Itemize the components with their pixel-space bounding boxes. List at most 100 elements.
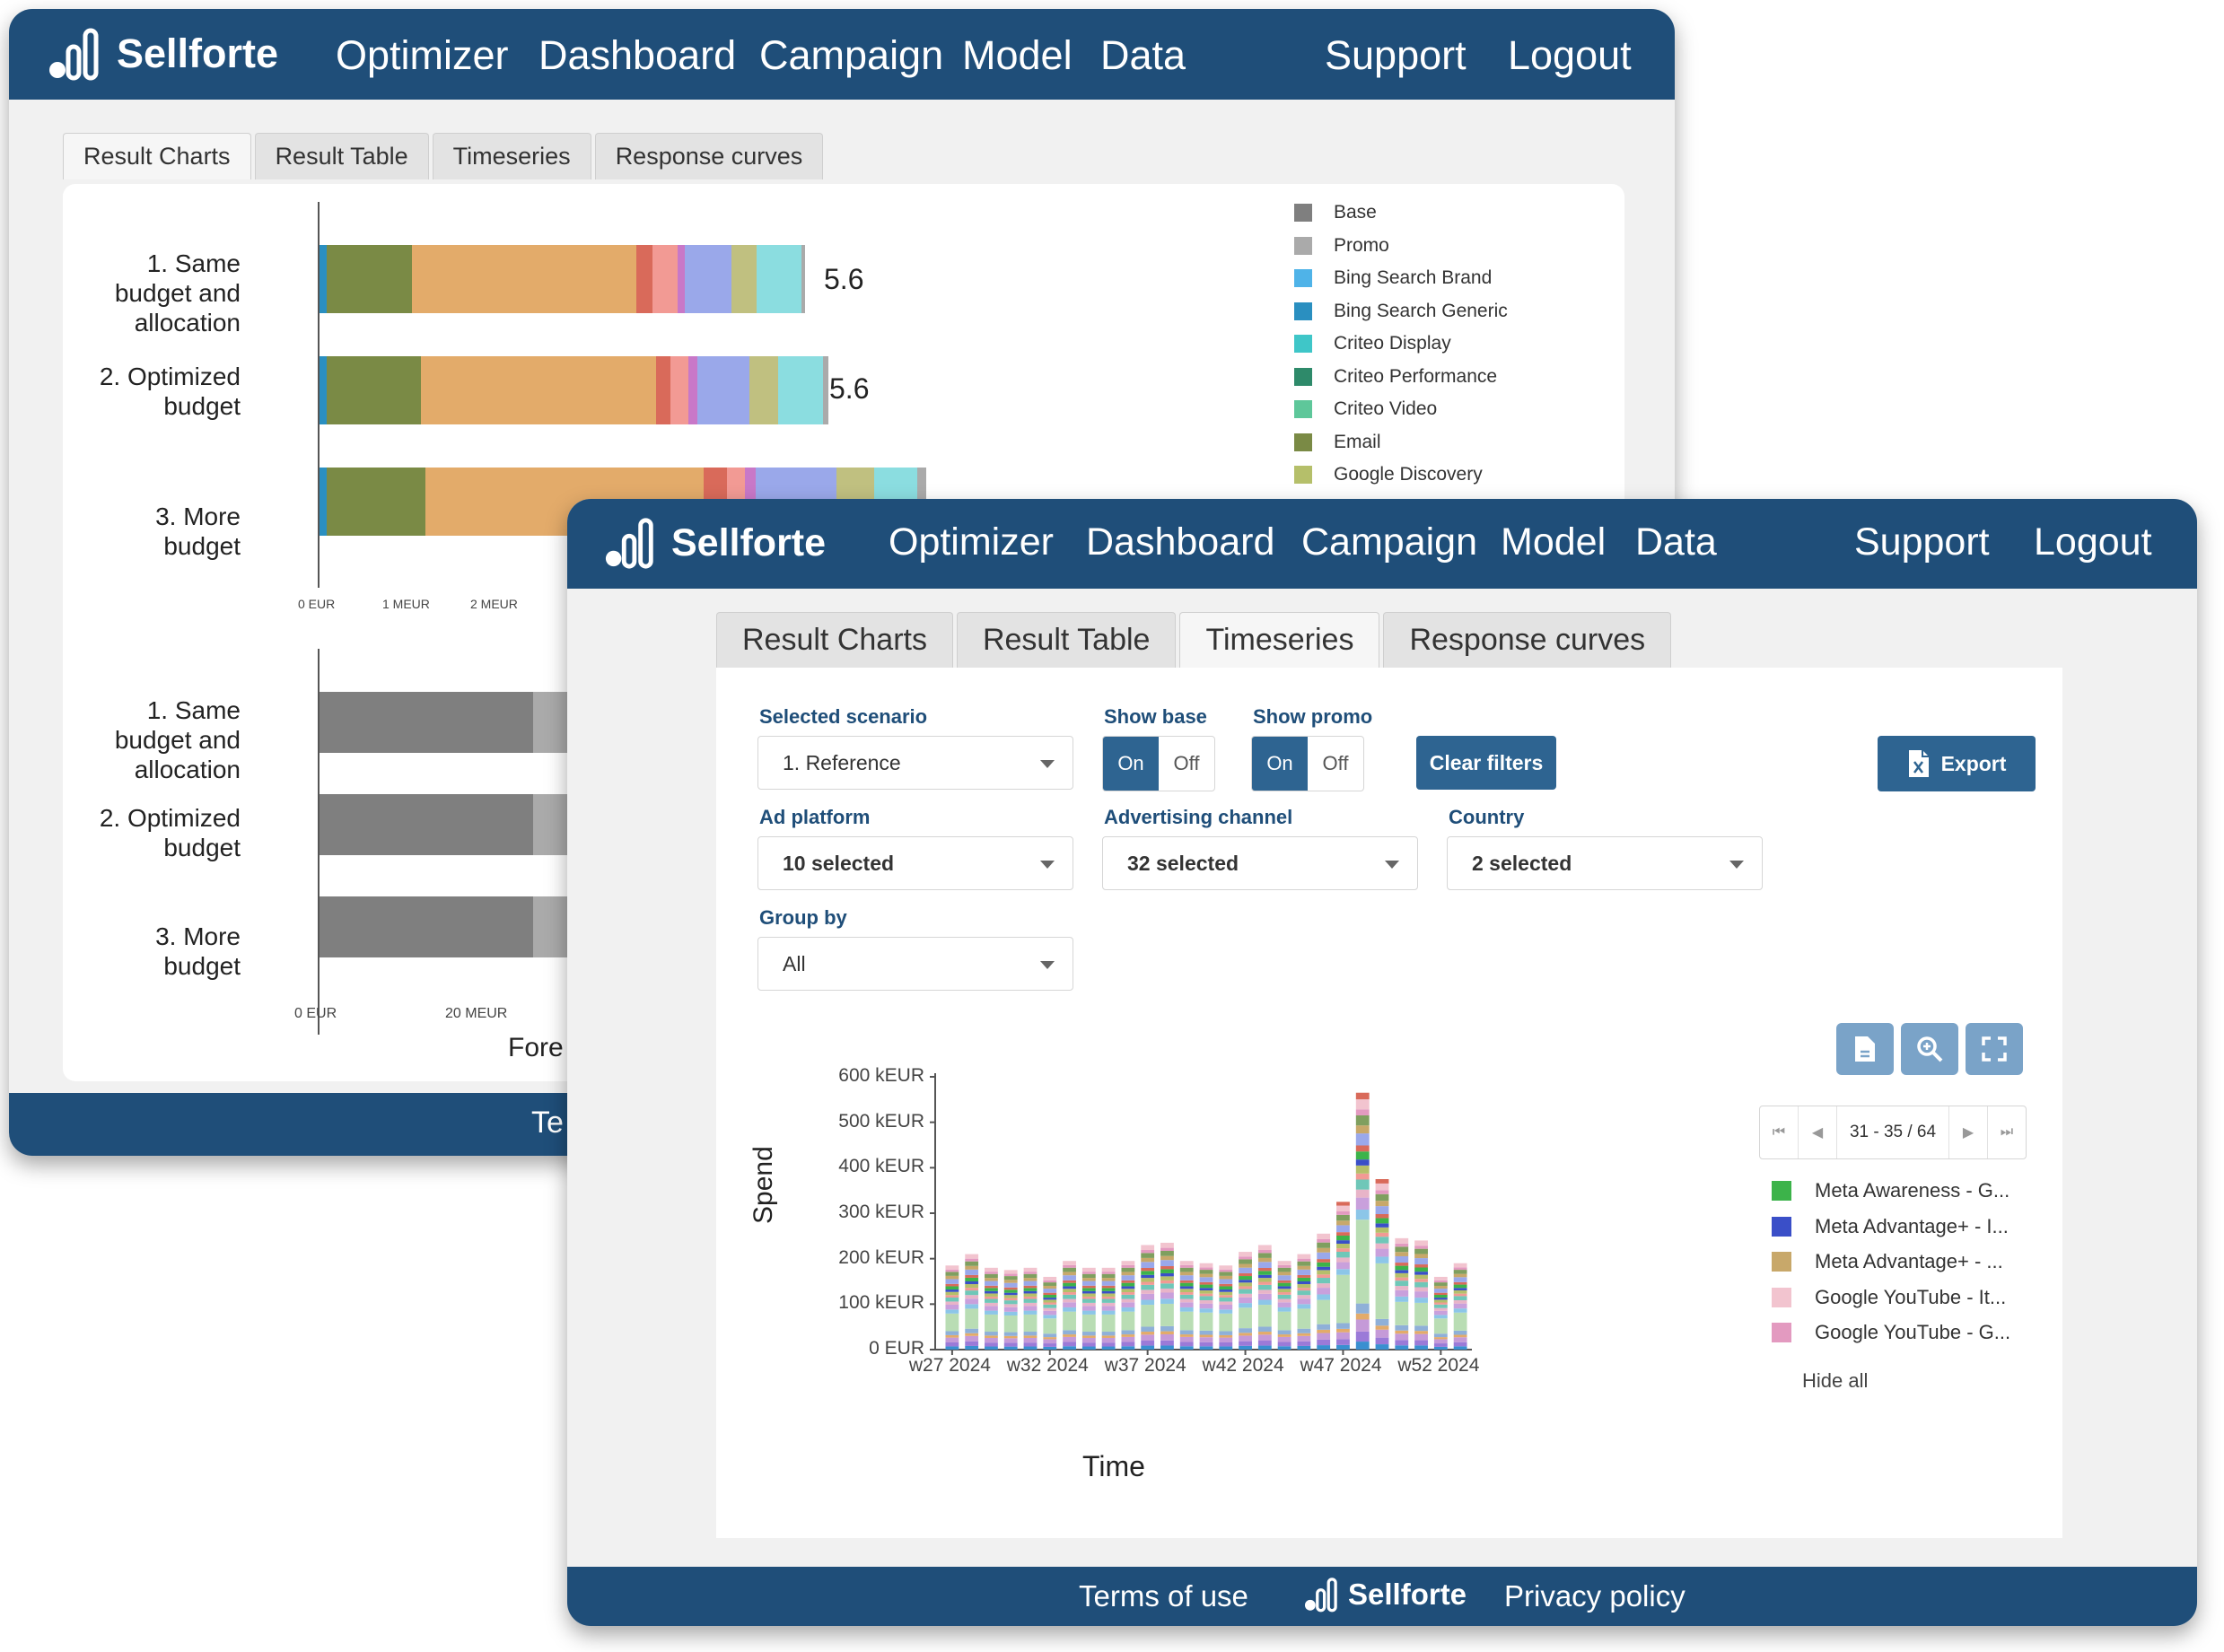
spend-bar-segment[interactable]: [1219, 1309, 1233, 1314]
spend-bar-segment[interactable]: [1141, 1267, 1155, 1272]
spend-bar-segment[interactable]: [1317, 1252, 1331, 1260]
spend-bar-segment[interactable]: [1433, 1289, 1448, 1293]
spend-bar-segment[interactable]: [945, 1297, 959, 1302]
spend-bar-segment[interactable]: [985, 1332, 998, 1336]
spend-bar-segment[interactable]: [1336, 1211, 1350, 1215]
spend-bar-segment[interactable]: [1277, 1275, 1291, 1281]
spend-bar-segment[interactable]: [985, 1306, 998, 1311]
spend-bar-segment[interactable]: [965, 1304, 979, 1309]
spend-bar-segment[interactable]: [1003, 1282, 1018, 1288]
show-base-off[interactable]: Off: [1159, 737, 1214, 791]
spend-bar-segment[interactable]: [1297, 1258, 1311, 1262]
spend-bar-segment[interactable]: [1199, 1289, 1213, 1294]
spend-bar-segment[interactable]: [1219, 1305, 1233, 1310]
spend-bar-segment[interactable]: [1453, 1277, 1467, 1282]
spend-bar-segment[interactable]: [1239, 1293, 1252, 1298]
spend-bar-segment[interactable]: [1141, 1262, 1155, 1268]
spend-bar-segment[interactable]: [985, 1288, 998, 1291]
spend-bar-segment[interactable]: [1043, 1343, 1057, 1347]
spend-bar-segment[interactable]: [1023, 1288, 1038, 1291]
spend-bar-segment[interactable]: [1453, 1334, 1467, 1338]
spend-bar-segment[interactable]: [1257, 1289, 1272, 1294]
spend-bar-segment[interactable]: [965, 1333, 979, 1336]
spend-bar-segment[interactable]: [985, 1346, 998, 1350]
spend-bar-segment[interactable]: [1003, 1295, 1018, 1298]
spend-bar-segment[interactable]: [985, 1335, 998, 1338]
spend-bar-segment[interactable]: [965, 1335, 979, 1342]
spend-bar-segment[interactable]: [1277, 1330, 1291, 1335]
spend-bar-segment[interactable]: [1081, 1298, 1096, 1303]
spend-bar-segment[interactable]: [985, 1290, 998, 1294]
spend-bar-segment[interactable]: [1355, 1114, 1370, 1126]
spend-bar-segment[interactable]: [1141, 1299, 1155, 1306]
spend-bar-segment[interactable]: [1277, 1311, 1291, 1331]
spend-bar-segment[interactable]: [985, 1273, 998, 1279]
spend-bar-segment[interactable]: [1239, 1272, 1252, 1277]
tab-response-curves[interactable]: Response curves: [594, 133, 824, 179]
spend-bar-segment[interactable]: [1395, 1330, 1409, 1334]
spend-bar-segment[interactable]: [1179, 1307, 1194, 1312]
bar-segment[interactable]: [749, 356, 778, 424]
spend-bar-segment[interactable]: [1179, 1261, 1194, 1265]
spend-bar-segment[interactable]: [1063, 1280, 1076, 1283]
spend-bar-segment[interactable]: [1043, 1299, 1057, 1303]
spend-bar-segment[interactable]: [1003, 1292, 1018, 1296]
spend-bar-segment[interactable]: [1297, 1298, 1311, 1305]
spend-bar-segment[interactable]: [1023, 1306, 1038, 1311]
spend-bar-segment[interactable]: [1257, 1341, 1272, 1346]
spend-bar-segment[interactable]: [985, 1278, 998, 1281]
spend-bar-segment[interactable]: [1355, 1173, 1370, 1180]
spend-bar-segment[interactable]: [1081, 1267, 1096, 1272]
spend-bar-segment[interactable]: [1317, 1333, 1331, 1340]
spend-bar-segment[interactable]: [1141, 1274, 1155, 1279]
spend-bar-segment[interactable]: [1043, 1315, 1057, 1319]
spend-bar-segment[interactable]: [1081, 1314, 1096, 1333]
spend-bar-segment[interactable]: [1063, 1330, 1076, 1335]
legend-item[interactable]: Meta Advantage+ - I...: [1772, 1215, 2009, 1238]
spend-bar-segment[interactable]: [1395, 1270, 1409, 1273]
spend-bar-segment[interactable]: [985, 1285, 998, 1289]
spend-bar-segment[interactable]: [1023, 1278, 1038, 1281]
spend-bar-segment[interactable]: [1453, 1346, 1467, 1350]
spend-bar-segment[interactable]: [1453, 1263, 1467, 1268]
spend-bar-segment[interactable]: [1317, 1262, 1331, 1267]
nav-model[interactable]: Model: [962, 32, 1073, 79]
spend-bar-segment[interactable]: [1317, 1266, 1331, 1271]
spend-bar-segment[interactable]: [985, 1298, 998, 1303]
spend-bar-segment[interactable]: [1317, 1238, 1331, 1243]
bar-segment[interactable]: [670, 356, 688, 424]
spend-bar-segment[interactable]: [1003, 1273, 1018, 1277]
spend-bar-segment[interactable]: [1179, 1342, 1194, 1347]
bar-segment[interactable]: [327, 245, 412, 313]
spend-bar-segment[interactable]: [1433, 1346, 1448, 1350]
group-by-select[interactable]: All: [757, 937, 1073, 991]
spend-bar-segment[interactable]: [1121, 1289, 1135, 1293]
spend-bar-segment[interactable]: [1023, 1281, 1038, 1286]
spend-bar-segment[interactable]: [1101, 1290, 1116, 1294]
spend-bar-segment[interactable]: [965, 1328, 979, 1333]
spend-bar-segment[interactable]: [1043, 1280, 1057, 1283]
spend-bar-segment[interactable]: [1101, 1302, 1116, 1307]
spend-bar-segment[interactable]: [985, 1272, 998, 1274]
ad-platform-select[interactable]: 10 selected: [757, 836, 1073, 890]
spend-bar-segment[interactable]: [1355, 1092, 1370, 1100]
spend-bar-segment[interactable]: [1179, 1311, 1194, 1331]
spend-bar-segment[interactable]: [1355, 1219, 1370, 1304]
spend-bar-segment[interactable]: [1433, 1304, 1448, 1308]
spend-bar-segment[interactable]: [1023, 1285, 1038, 1289]
spend-bar-segment[interactable]: [965, 1284, 979, 1289]
spend-bar-segment[interactable]: [985, 1293, 998, 1297]
spend-bar-segment[interactable]: [1199, 1270, 1213, 1274]
spend-bar-segment[interactable]: [1433, 1337, 1448, 1340]
spend-bar-segment[interactable]: [1179, 1336, 1194, 1342]
spend-bar-segment[interactable]: [1277, 1336, 1291, 1342]
hide-all-link[interactable]: Hide all: [1802, 1369, 1868, 1393]
fullscreen-button[interactable]: [1966, 1023, 2023, 1075]
spend-bar-segment[interactable]: [1003, 1338, 1018, 1343]
spend-bar-segment[interactable]: [1257, 1345, 1272, 1350]
spend-bar-segment[interactable]: [1277, 1272, 1291, 1276]
spend-bar-segment[interactable]: [1317, 1339, 1331, 1346]
spend-bar-segment[interactable]: [1375, 1344, 1389, 1350]
bar-segment[interactable]: [731, 245, 757, 313]
spend-bar-segment[interactable]: [1179, 1294, 1194, 1299]
